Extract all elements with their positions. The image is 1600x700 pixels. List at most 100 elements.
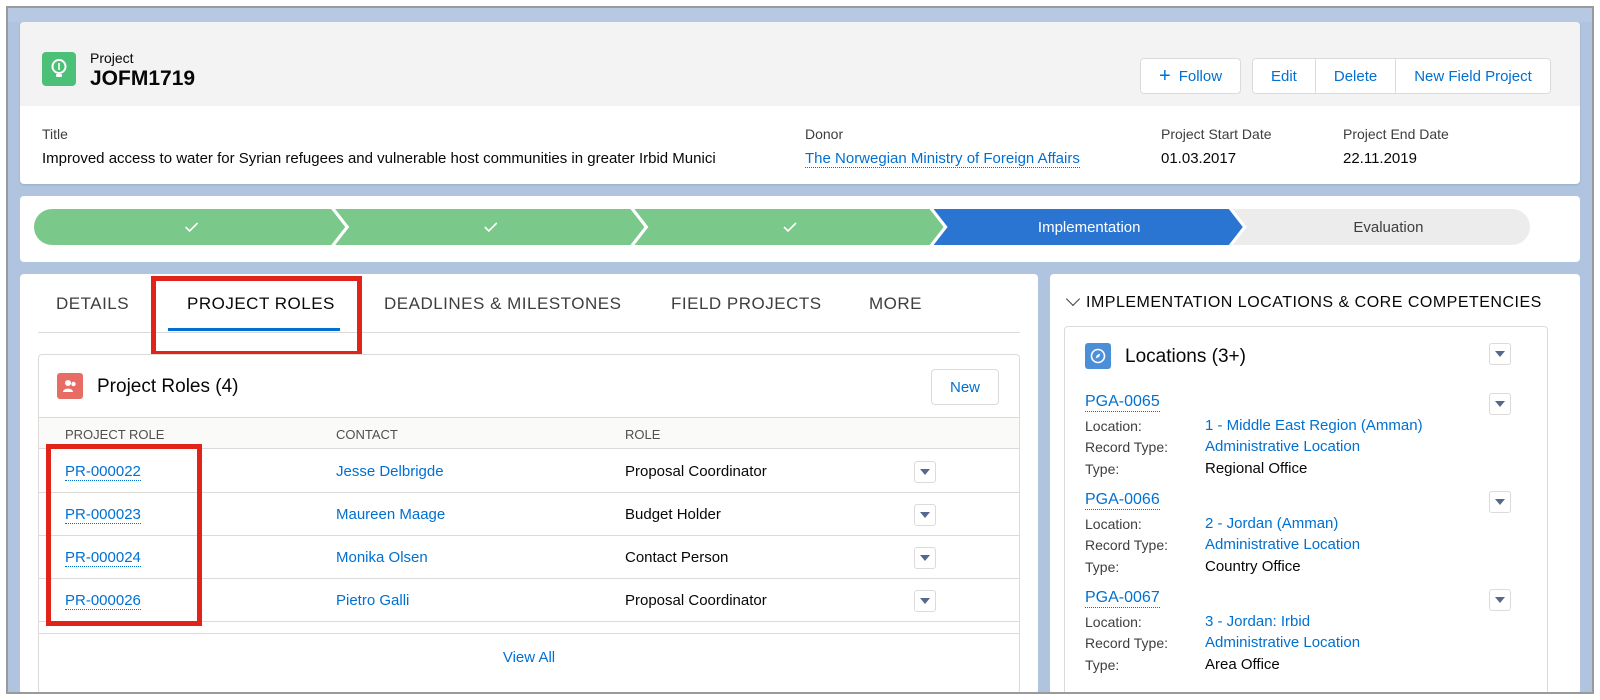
role-value: Proposal Coordinator bbox=[625, 592, 767, 609]
path-stage-2[interactable] bbox=[335, 209, 645, 245]
location-record-link[interactable]: PGA-0065 bbox=[1085, 393, 1160, 412]
type-label: Type: bbox=[1085, 559, 1120, 575]
location-link[interactable]: 3 - Jordan: Irbid bbox=[1205, 613, 1310, 630]
donor-link[interactable]: The Norwegian Ministry of Foreign Affair… bbox=[805, 150, 1080, 168]
record-type-label: Record Type: bbox=[1085, 537, 1169, 553]
chevron-down-icon bbox=[920, 512, 930, 518]
item-actions-dropdown[interactable] bbox=[1489, 491, 1511, 513]
end-date-label: Project End Date bbox=[1343, 126, 1449, 142]
follow-label: Follow bbox=[1178, 67, 1223, 85]
tabs-card: DETAILS PROJECT ROLES DEADLINES & MILEST… bbox=[20, 274, 1038, 692]
locations-list: Locations (3+) PGA-0065 Location: 1 - Mi… bbox=[1064, 326, 1548, 692]
location-label: Location: bbox=[1085, 418, 1142, 434]
record-type-label: Record Type: bbox=[1085, 439, 1169, 455]
lightbulb-icon bbox=[42, 52, 76, 86]
title-value: Improved access to water for Syrian refu… bbox=[42, 150, 716, 167]
app-frame: Project JOFM1719 + Follow Edit Delete Ne… bbox=[6, 6, 1594, 694]
delete-button[interactable]: Delete bbox=[1314, 58, 1396, 94]
locations-title: Locations (3+) bbox=[1125, 346, 1246, 367]
start-date-label: Project Start Date bbox=[1161, 126, 1272, 142]
view-all-link[interactable]: View All bbox=[39, 649, 1019, 666]
location-record-link[interactable]: PGA-0067 bbox=[1085, 589, 1160, 608]
path-stage-shape bbox=[335, 209, 645, 245]
contact-link[interactable]: Monika Olsen bbox=[336, 549, 428, 566]
donor-label: Donor bbox=[805, 126, 844, 142]
chevron-down-icon bbox=[920, 598, 930, 604]
tab-field-projects[interactable]: FIELD PROJECTS bbox=[671, 294, 822, 314]
related-list-title: Project Roles (4) bbox=[97, 376, 239, 397]
action-button-group: Edit Delete New Field Project bbox=[1252, 58, 1551, 94]
column-contact: CONTACT bbox=[336, 427, 398, 442]
path-stage-shape bbox=[634, 209, 944, 245]
path-stage-4[interactable]: Implementation bbox=[933, 209, 1243, 245]
tab-details[interactable]: DETAILS bbox=[56, 294, 129, 314]
type-value: Area Office bbox=[1205, 656, 1280, 673]
path-stage-shape bbox=[34, 209, 346, 245]
edit-button[interactable]: Edit bbox=[1252, 58, 1315, 94]
plus-icon: + bbox=[1159, 64, 1171, 87]
type-label: Type: bbox=[1085, 657, 1120, 673]
row-actions-dropdown[interactable] bbox=[914, 504, 936, 526]
title-label: Title bbox=[42, 126, 68, 142]
location-record-link[interactable]: PGA-0066 bbox=[1085, 491, 1160, 510]
path-stage-1[interactable] bbox=[34, 209, 346, 245]
start-date-value: 01.03.2017 bbox=[1161, 150, 1237, 167]
record-type-link[interactable]: Administrative Location bbox=[1205, 634, 1360, 651]
contact-link[interactable]: Maureen Maage bbox=[336, 506, 445, 523]
type-value: Country Office bbox=[1205, 558, 1301, 575]
list-actions-dropdown[interactable] bbox=[1489, 343, 1511, 365]
new-field-project-button[interactable]: New Field Project bbox=[1395, 58, 1551, 94]
location-link[interactable]: 2 - Jordan (Amman) bbox=[1205, 515, 1338, 532]
chevron-down-icon bbox=[1495, 597, 1505, 603]
section-title: IMPLEMENTATION LOCATIONS & CORE COMPETEN… bbox=[1086, 294, 1542, 311]
chevron-down-icon bbox=[920, 469, 930, 475]
type-label: Type: bbox=[1085, 461, 1120, 477]
location-label: Location: bbox=[1085, 516, 1142, 532]
contact-link[interactable]: Jesse Delbrigde bbox=[336, 463, 444, 480]
side-panel: IMPLEMENTATION LOCATIONS & CORE COMPETEN… bbox=[1050, 274, 1580, 692]
tab-more[interactable]: MORE bbox=[869, 294, 922, 314]
tab-deadlines-milestones[interactable]: DEADLINES & MILESTONES bbox=[384, 294, 621, 314]
highlight-box-ids bbox=[46, 444, 202, 626]
path-stages: Implementation Evaluation bbox=[34, 209, 1530, 245]
list-item: PGA-0066 Location: 2 - Jordan (Amman) Re… bbox=[1085, 491, 1525, 589]
location-label: Location: bbox=[1085, 614, 1142, 630]
people-icon bbox=[57, 373, 83, 399]
column-role: ROLE bbox=[625, 427, 661, 442]
record-name: JOFM1719 bbox=[90, 67, 196, 90]
path-stage-label: Implementation bbox=[1038, 219, 1141, 236]
item-actions-dropdown[interactable] bbox=[1489, 589, 1511, 611]
end-date-value: 22.11.2019 bbox=[1343, 150, 1417, 167]
list-item: PGA-0067 Location: 3 - Jordan: Irbid Rec… bbox=[1085, 589, 1525, 687]
path-bar: Implementation Evaluation bbox=[20, 196, 1580, 262]
path-stage-label: Evaluation bbox=[1353, 219, 1423, 236]
list-item: PGA-0065 Location: 1 - Middle East Regio… bbox=[1085, 393, 1525, 491]
section-toggle[interactable]: IMPLEMENTATION LOCATIONS & CORE COMPETEN… bbox=[1065, 291, 1542, 312]
chevron-down-icon bbox=[1065, 291, 1081, 307]
row-actions-dropdown[interactable] bbox=[914, 547, 936, 569]
new-project-role-button[interactable]: New bbox=[931, 369, 999, 405]
path-stage-5[interactable]: Evaluation bbox=[1232, 209, 1530, 245]
location-link[interactable]: 1 - Middle East Region (Amman) bbox=[1205, 417, 1423, 434]
item-actions-dropdown[interactable] bbox=[1489, 393, 1511, 415]
chevron-down-icon bbox=[920, 555, 930, 561]
record-type-link[interactable]: Administrative Location bbox=[1205, 536, 1360, 553]
highlight-box-tab bbox=[151, 276, 362, 356]
contact-link[interactable]: Pietro Galli bbox=[336, 592, 409, 609]
row-actions-dropdown[interactable] bbox=[914, 461, 936, 483]
path-stage-3[interactable] bbox=[634, 209, 944, 245]
follow-button[interactable]: + Follow bbox=[1140, 58, 1242, 94]
chevron-down-icon bbox=[1495, 401, 1505, 407]
compass-icon bbox=[1085, 343, 1111, 369]
row-actions-dropdown[interactable] bbox=[914, 590, 936, 612]
top-strip bbox=[8, 8, 1592, 22]
object-type-label: Project bbox=[90, 50, 134, 66]
chevron-down-icon bbox=[1495, 499, 1505, 505]
role-value: Budget Holder bbox=[625, 506, 721, 523]
chevron-down-icon bbox=[1495, 351, 1505, 357]
role-value: Contact Person bbox=[625, 549, 729, 566]
view-all-divider bbox=[39, 633, 1019, 634]
record-type-link[interactable]: Administrative Location bbox=[1205, 438, 1360, 455]
type-value: Regional Office bbox=[1205, 460, 1308, 477]
record-header: Project JOFM1719 + Follow Edit Delete Ne… bbox=[20, 22, 1580, 184]
